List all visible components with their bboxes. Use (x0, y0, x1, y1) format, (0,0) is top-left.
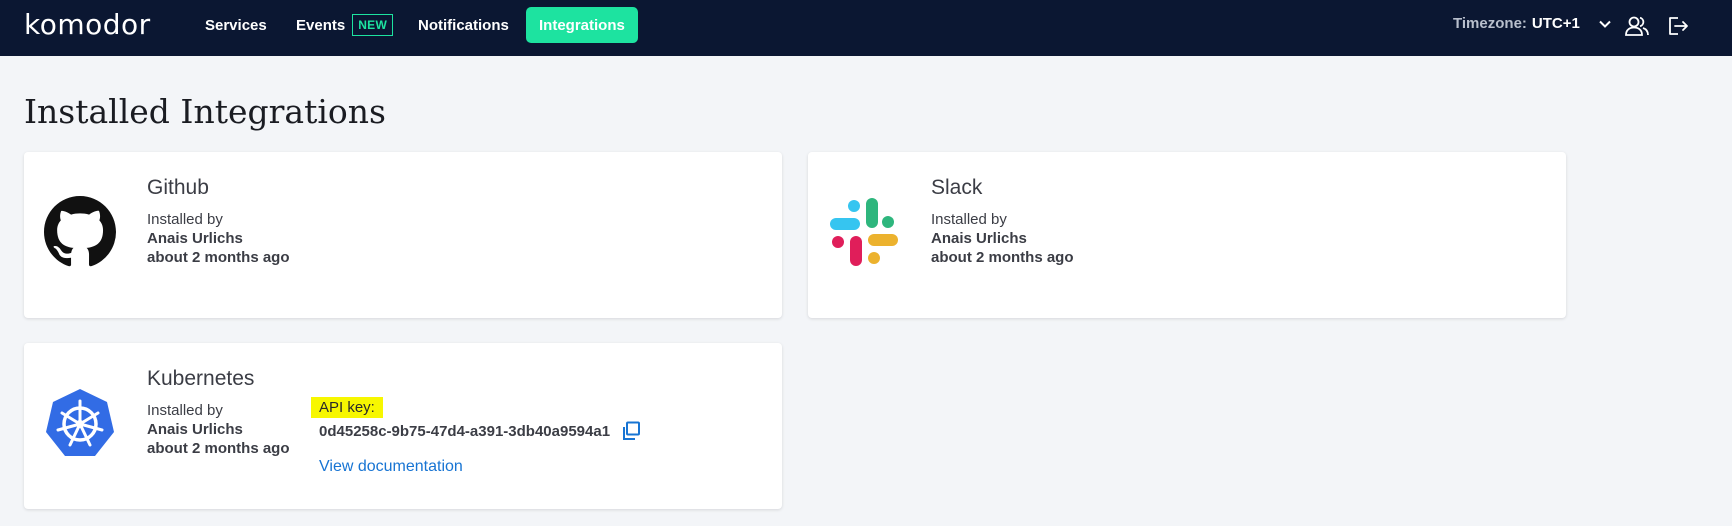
timezone-value: UTC+1 (1531, 15, 1580, 32)
nav-integrations[interactable]: Integrations (526, 7, 638, 43)
installed-time: about 2 months ago (147, 249, 290, 266)
kubernetes-icon (46, 389, 114, 456)
installed-by-user: Anais Urlichs (931, 230, 1027, 247)
integration-name: Kubernetes (147, 367, 255, 390)
top-navigation-bar: komodor Services Events NEW Notification… (0, 0, 1732, 56)
installed-by-user: Anais Urlichs (147, 230, 243, 247)
api-key-row: 0d45258c-9b75-47d4-a391-3db40a9594a1 (319, 420, 642, 442)
integration-name: Github (147, 176, 209, 199)
integration-card-slack: Slack Installed by Anais Urlichs about 2… (808, 152, 1566, 318)
users-icon[interactable] (1624, 14, 1650, 38)
logout-icon[interactable] (1665, 14, 1691, 38)
installed-info: Installed by Anais Urlichs about 2 month… (147, 210, 290, 267)
installed-time: about 2 months ago (147, 440, 290, 457)
github-icon (44, 196, 116, 267)
slack-icon (830, 198, 898, 266)
chevron-down-icon[interactable] (1598, 17, 1612, 31)
api-key-block: API key: 0d45258c-9b75-47d4-a391-3db40a9… (311, 397, 642, 476)
installed-by-label: Installed by (147, 211, 223, 228)
nav-services-label: Services (205, 16, 267, 34)
installed-by-label: Installed by (931, 211, 1007, 228)
installed-by-user: Anais Urlichs (147, 421, 243, 438)
page-title: Installed Integrations (24, 92, 386, 131)
nav-services[interactable]: Services (192, 7, 280, 43)
installed-info: Installed by Anais Urlichs about 2 month… (147, 401, 290, 458)
timezone-selector[interactable]: Timezone: UTC+1 (1453, 15, 1612, 32)
nav-events-label: Events (296, 16, 346, 34)
nav-integrations-label: Integrations (539, 16, 625, 34)
timezone-label: Timezone: (1453, 15, 1527, 32)
nav-notifications-label: Notifications (418, 16, 509, 34)
installed-time: about 2 months ago (931, 249, 1074, 266)
installed-info: Installed by Anais Urlichs about 2 month… (931, 210, 1074, 267)
api-key-value[interactable]: 0d45258c-9b75-47d4-a391-3db40a9594a1 (319, 423, 610, 440)
integration-name: Slack (931, 176, 983, 199)
nav-notifications[interactable]: Notifications (405, 7, 522, 43)
nav-events[interactable]: Events NEW (283, 7, 406, 43)
integration-card-github: Github Installed by Anais Urlichs about … (24, 152, 782, 318)
new-badge: NEW (352, 14, 394, 36)
view-documentation-link[interactable]: View documentation (319, 458, 642, 476)
komodor-logo[interactable]: komodor (24, 8, 151, 41)
api-key-label: API key: (311, 397, 383, 418)
integration-card-kubernetes: Kubernetes Installed by Anais Urlichs ab… (24, 343, 782, 509)
installed-by-label: Installed by (147, 402, 223, 419)
copy-icon[interactable] (620, 420, 642, 442)
